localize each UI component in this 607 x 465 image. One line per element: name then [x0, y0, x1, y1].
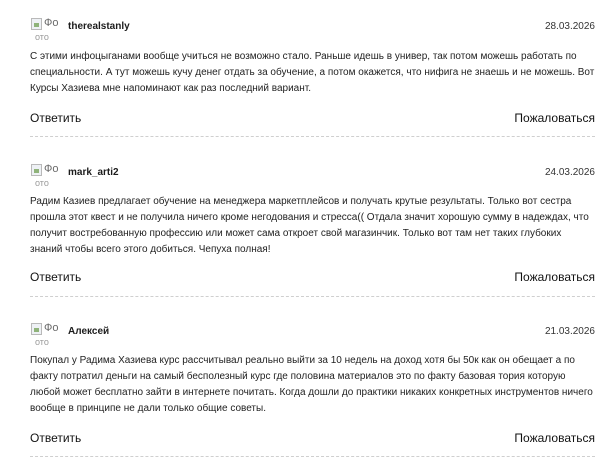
review-text: С этими инфоцыганами вообще учиться не в…: [30, 51, 595, 94]
avatar: Фо ото: [30, 16, 60, 44]
reply-button[interactable]: Ответить: [30, 431, 81, 445]
review-divider: [30, 296, 595, 297]
avatar: Фо ото: [30, 321, 60, 349]
avatar-alt-text-overflow: ото: [35, 178, 49, 188]
review-author[interactable]: therealstanly: [68, 21, 130, 32]
review-date: 21.03.2026: [544, 326, 595, 337]
review-date: 28.03.2026: [544, 21, 595, 32]
review-header: Фо ото Алексей 21.03.2026: [30, 321, 595, 355]
review-divider: [30, 456, 595, 457]
broken-image-icon: [31, 323, 42, 335]
broken-image-icon: [31, 164, 42, 176]
review-author[interactable]: Алексей: [68, 326, 109, 337]
review-text: Радим Казиев предлагает обучение на мене…: [30, 196, 589, 255]
review-date: 24.03.2026: [544, 167, 595, 178]
review-divider: [30, 136, 595, 137]
review-header: Фо ото therealstanly 28.03.2026: [30, 16, 595, 50]
report-button[interactable]: Пожаловаться: [514, 111, 595, 125]
review-actions: Ответить Пожаловаться: [30, 111, 595, 129]
avatar-alt-text: Фо: [44, 322, 59, 334]
avatar: Фо ото: [30, 162, 60, 190]
report-button[interactable]: Пожаловаться: [514, 270, 595, 284]
review-actions: Ответить Пожаловаться: [30, 431, 595, 449]
avatar-alt-text: Фо: [44, 17, 59, 29]
review-author[interactable]: mark_arti2: [68, 167, 119, 178]
reply-button[interactable]: Ответить: [30, 270, 81, 284]
broken-image-icon: [31, 18, 42, 30]
review-header: Фо ото mark_arti2 24.03.2026: [30, 162, 595, 196]
review-text: Покупал у Радима Хазиева курс рассчитыва…: [30, 355, 593, 414]
report-button[interactable]: Пожаловаться: [514, 431, 595, 445]
reply-button[interactable]: Ответить: [30, 111, 81, 125]
avatar-alt-text-overflow: ото: [35, 32, 49, 42]
review-actions: Ответить Пожаловаться: [30, 270, 595, 288]
avatar-alt-text-overflow: ото: [35, 337, 49, 347]
avatar-alt-text: Фо: [44, 163, 59, 175]
